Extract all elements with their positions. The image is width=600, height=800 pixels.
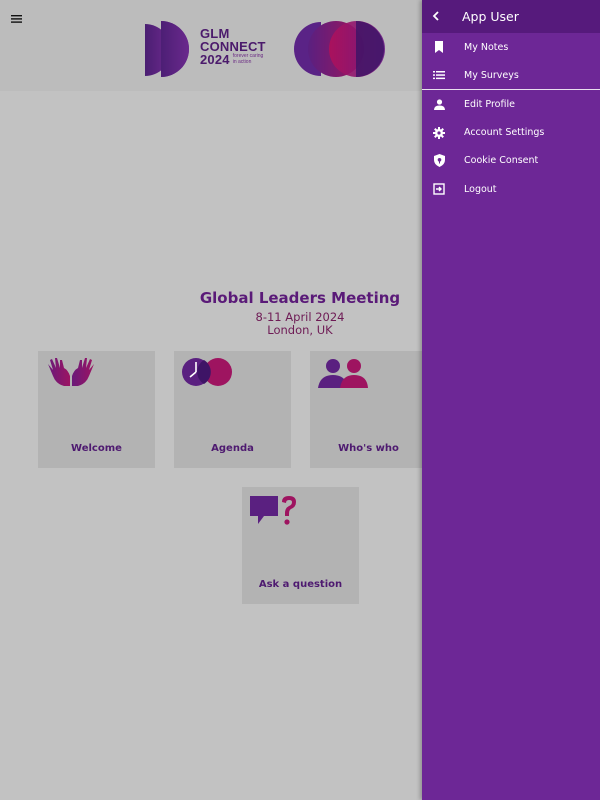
drawer-item-account-settings[interactable]: Account Settings xyxy=(422,119,600,147)
logout-icon xyxy=(432,182,446,196)
logo-tagline-2: in action xyxy=(232,58,252,65)
logo-wordmark: GLM CONNECT 2024 forever caring in actio… xyxy=(200,27,266,66)
person-icon xyxy=(432,97,446,111)
drawer-back-button[interactable] xyxy=(431,10,443,22)
drawer-item-my-notes[interactable]: My Notes xyxy=(422,33,600,61)
drawer-item-my-surveys[interactable]: My Surveys xyxy=(422,61,600,89)
hamburger-menu-icon xyxy=(11,15,22,23)
tile-ask-question[interactable]: Ask a question xyxy=(242,487,359,604)
drawer-item-cookie-consent[interactable]: Cookie Consent xyxy=(422,147,600,175)
logo-year: 2024 xyxy=(200,52,230,67)
drawer-user-name: App User xyxy=(462,9,519,24)
drawer-item-label: Logout xyxy=(464,183,497,195)
tile-welcome[interactable]: Welcome xyxy=(38,351,155,468)
tile-label: Ask a question xyxy=(258,579,343,590)
tile-label: Welcome xyxy=(71,443,122,454)
bookmark-icon xyxy=(432,40,446,54)
drawer-item-label: My Notes xyxy=(464,41,509,53)
logo-tagline: forever caring in action xyxy=(232,53,264,65)
chevron-left-icon xyxy=(432,11,439,21)
tile-whos-who[interactable]: Who's who xyxy=(310,351,427,468)
gear-icon xyxy=(432,126,446,140)
list-icon xyxy=(432,68,446,82)
hands-icon xyxy=(44,356,98,392)
tile-label: Who's who xyxy=(338,443,399,454)
question-bubble-icon xyxy=(248,492,302,532)
drawer-item-label: My Surveys xyxy=(464,69,519,81)
drawer-item-label: Edit Profile xyxy=(464,98,515,110)
drawer-item-logout[interactable]: Logout xyxy=(422,175,600,203)
tile-label: Agenda xyxy=(211,443,254,454)
drawer-item-label: Cookie Consent xyxy=(464,155,539,167)
drawer-item-edit-profile[interactable]: Edit Profile xyxy=(422,90,600,118)
tile-agenda[interactable]: Agenda xyxy=(174,351,291,468)
drawer-item-label: Account Settings xyxy=(464,127,545,139)
people-icon xyxy=(316,356,370,394)
drawer-header: App User xyxy=(422,0,600,33)
shield-lock-icon xyxy=(432,154,446,168)
menu-button[interactable] xyxy=(10,10,26,24)
navigation-drawer: App User My Notes My Surveys Edit Profil… xyxy=(422,0,600,800)
clock-icon xyxy=(180,356,234,392)
